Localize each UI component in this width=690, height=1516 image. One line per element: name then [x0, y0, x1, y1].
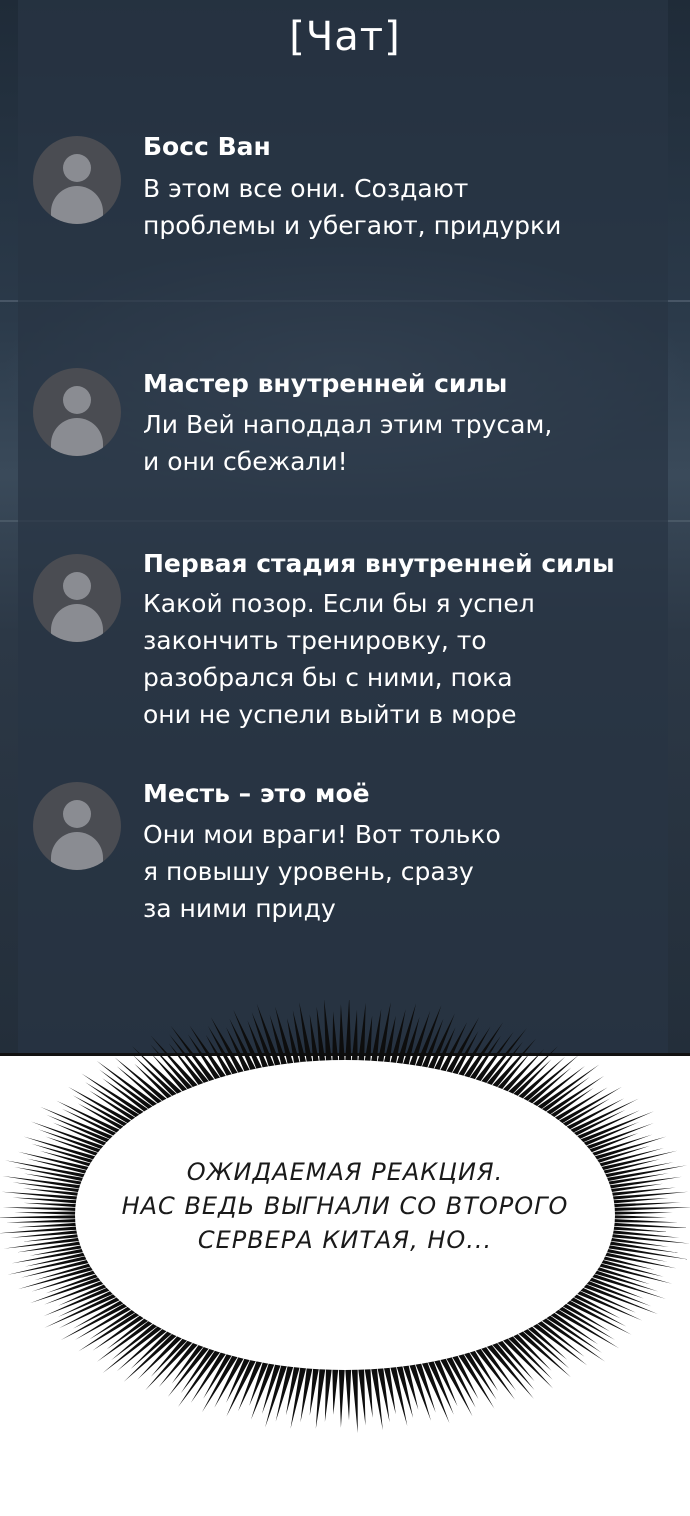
- avatar-icon: [33, 136, 121, 224]
- avatar-icon: [33, 782, 121, 870]
- message-text: Ли Вей наподдал этим трусам, и они сбежа…: [143, 410, 553, 476]
- message-text: Они мои враги! Вот только я повышу урове…: [143, 820, 501, 923]
- message-author: Первая стадия внутренней силы: [143, 549, 615, 578]
- chat-title: [Чат]: [289, 14, 401, 60]
- bubble-text: ОЖИДАЕМАЯ РЕАКЦИЯ. НАС ВЕДЬ ВЫГНАЛИ СО В…: [121, 1158, 569, 1254]
- message-text: В этом все они. Создают проблемы и убега…: [143, 174, 562, 240]
- chat-scene: [Чат] Босс Ван В этом все они. Создают п…: [0, 0, 690, 1056]
- message-author: Мастер внутренней силы: [143, 369, 508, 398]
- message-author: Босс Ван: [143, 132, 271, 161]
- avatar-icon: [33, 368, 121, 456]
- avatar-icon: [33, 554, 121, 642]
- message-text: Какой позор. Если бы я успел закончить т…: [143, 589, 535, 729]
- message-author: Месть – это моё: [143, 779, 370, 808]
